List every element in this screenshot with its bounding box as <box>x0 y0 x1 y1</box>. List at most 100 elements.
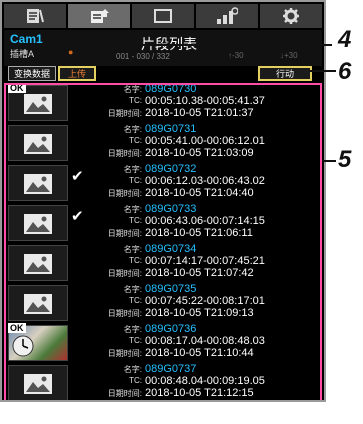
clip-row[interactable]: OK 名字: 089G0730 TC: 00:05:10.38-00:05:41.37 日… <box>4 83 322 121</box>
clip-thumbnail[interactable] <box>8 285 68 321</box>
clip-info: 名字: 089G0737 TC: 00:08:48.04-00:09:19.05 日期时… <box>92 363 320 399</box>
clip-datetime-value: 2018-10-05 T21:12:15 <box>145 387 254 399</box>
clip-info: 名字: 089G0736 TC: 00:08:17.04-00:08:48.03 日期时… <box>92 323 320 359</box>
clip-row[interactable]: OK 名字: 089G0736 TC: 00:08:17.04-00:08:48.03 日… <box>4 323 322 361</box>
clip-datetime-line: 日期时间: 2018-10-05 T21:06:11 <box>92 227 320 239</box>
clip-thumbnail[interactable] <box>8 125 68 161</box>
page-down-button[interactable]: ↓+30 <box>280 51 298 60</box>
clip-tc-label: TC: <box>129 336 142 345</box>
clip-datetime-value: 2018-10-05 T21:06:11 <box>145 227 253 239</box>
checkmark-icon: ✔ <box>71 168 84 185</box>
image-placeholder-icon <box>24 254 52 274</box>
clip-tc-label: TC: <box>129 256 142 265</box>
action-button[interactable]: 行动 <box>258 66 312 81</box>
tab-clip-list[interactable] <box>68 4 130 28</box>
upload-button[interactable]: 上传 <box>58 66 96 81</box>
clip-name-line: 名字: 089G0735 <box>92 283 320 295</box>
clip-datetime-value: 2018-10-05 T21:01:37 <box>145 107 254 119</box>
clip-datetime-label: 日期时间: <box>107 149 142 158</box>
tab-display[interactable] <box>132 4 194 28</box>
notes-icon <box>27 9 44 23</box>
clip-thumbnail[interactable] <box>8 245 68 281</box>
clip-name-line: 名字: 089G0736 <box>92 323 320 335</box>
camera-function-icon <box>217 7 238 24</box>
image-placeholder-icon <box>24 94 52 114</box>
clip-thumbnail[interactable] <box>8 365 68 400</box>
switch-data-button[interactable]: 变换数据 <box>8 66 56 81</box>
callout-4: 4 <box>338 26 352 53</box>
clip-datetime-label: 日期时间: <box>107 269 142 278</box>
tab-bar <box>4 4 322 28</box>
clip-row[interactable]: 名字: 089G0737 TC: 00:08:48.04-00:09:19.05 日期时… <box>4 363 322 400</box>
clip-datetime-line: 日期时间: 2018-10-05 T21:04:40 <box>92 187 320 199</box>
camera-name: Cam1 <box>10 32 43 46</box>
clip-datetime-label: 日期时间: <box>107 389 142 398</box>
clip-info: 名字: 089G0733 TC: 00:06:43.06-00:07:14:15 日期时… <box>92 203 320 239</box>
clip-name-value: 089G0731 <box>145 123 197 135</box>
image-placeholder-icon <box>24 374 52 394</box>
ok-mark: OK <box>8 323 26 333</box>
clip-info: 名字: 089G0734 TC: 00:07:14:17-00:07:45:21 日期时… <box>92 243 320 279</box>
tab-camera[interactable] <box>196 4 258 28</box>
callout-4-leader <box>96 44 332 46</box>
clip-datetime-line: 日期时间: 2018-10-05 T21:01:37 <box>92 107 320 119</box>
clip-name-line: 名字: 089G0734 <box>92 243 320 255</box>
clip-name-line: 名字: 089G0731 <box>92 123 320 135</box>
clip-thumbnail[interactable] <box>8 165 68 201</box>
clip-name-value: 089G0730 <box>145 83 197 95</box>
image-placeholder-icon <box>24 294 52 314</box>
clip-name-value: 089G0735 <box>145 283 197 295</box>
clip-tc-value: 00:06:43.06-00:07:14:15 <box>145 215 265 227</box>
clip-name-label: 名字: <box>123 365 142 374</box>
callout-5: 5 <box>338 146 352 173</box>
clip-name-label: 名字: <box>123 205 142 214</box>
clip-datetime-label: 日期时间: <box>107 349 142 358</box>
clip-name-line: 名字: 089G0737 <box>92 363 320 375</box>
clip-name-line: 名字: 089G0730 <box>92 83 320 95</box>
ok-mark: OK <box>8 83 26 93</box>
clip-tc-value: 00:05:41.00-00:06:12.01 <box>145 135 265 147</box>
clip-row[interactable]: 名字: 089G0731 TC: 00:05:41.00-00:06:12.01 日期时… <box>4 123 322 161</box>
clip-row[interactable]: 名字: 089G0735 TC: 00:07:45:22-00:08:17:01 日期时… <box>4 283 322 321</box>
clip-name-label: 名字: <box>123 245 142 254</box>
clip-tc-value: 00:07:14:17-00:07:45:21 <box>145 255 265 267</box>
list-header: Cam1 插槽A ● 片段列表 001 - 030 / 332 ↑-30 ↓+3… <box>4 30 322 66</box>
clip-datetime-line: 日期时间: 2018-10-05 T21:03:09 <box>92 147 320 159</box>
clip-name-label: 名字: <box>123 85 142 94</box>
checkmark-icon: ✔ <box>71 208 84 225</box>
clip-name-label: 名字: <box>123 325 142 334</box>
page-up-button[interactable]: ↑-30 <box>228 51 244 60</box>
clip-list-icon <box>91 9 109 23</box>
clip-list: OK 名字: 089G0730 TC: 00:05:10.38-00:05:41.37 日… <box>4 83 322 400</box>
button-row: 变换数据 上传 行动 <box>4 66 322 82</box>
image-placeholder-icon <box>24 134 52 154</box>
clip-datetime-line: 日期时间: 2018-10-05 T21:09:13 <box>92 307 320 319</box>
clip-tc-label: TC: <box>129 376 142 385</box>
tab-clip-notes[interactable] <box>4 4 66 28</box>
clip-datetime-line: 日期时间: 2018-10-05 T21:12:15 <box>92 387 320 399</box>
clip-name-value: 089G0736 <box>145 323 197 335</box>
clip-row[interactable]: ✔ 名字: 089G0732 TC: 00:06:12.03-00:06:43.02 日期… <box>4 163 322 201</box>
callout-6: 6 <box>338 58 352 85</box>
clip-tc-label: TC: <box>129 96 142 105</box>
tab-settings[interactable] <box>260 4 322 28</box>
clock-image-icon <box>12 335 34 357</box>
clip-name-label: 名字: <box>123 285 142 294</box>
clip-info: 名字: 089G0735 TC: 00:07:45:22-00:08:17:01 日期时… <box>92 283 320 319</box>
clip-tc-line: TC: 00:05:10.38-00:05:41.37 <box>92 95 320 107</box>
clip-tc-label: TC: <box>129 296 142 305</box>
clip-tc-value: 00:06:12.03-00:06:43.02 <box>145 175 265 187</box>
clip-tc-line: TC: 00:07:14:17-00:07:45:21 <box>92 255 320 267</box>
clip-thumbnail[interactable] <box>8 205 68 241</box>
clip-datetime-value: 2018-10-05 T21:10:44 <box>145 347 254 359</box>
clip-datetime-value: 2018-10-05 T21:09:13 <box>145 307 254 319</box>
clip-tc-line: TC: 00:05:41.00-00:06:12.01 <box>92 135 320 147</box>
clip-datetime-label: 日期时间: <box>107 109 142 118</box>
clip-tc-line: TC: 00:07:45:22-00:08:17:01 <box>92 295 320 307</box>
clip-tc-value: 00:08:48.04-00:09:19.05 <box>145 375 265 387</box>
clip-row[interactable]: 名字: 089G0734 TC: 00:07:14:17-00:07:45:21 日期时… <box>4 243 322 281</box>
clip-tc-line: TC: 00:08:48.04-00:09:19.05 <box>92 375 320 387</box>
clip-name-value: 089G0732 <box>145 163 197 175</box>
clip-row[interactable]: ✔ 名字: 089G0733 TC: 00:06:43.06-00:07:14:15 日期… <box>4 203 322 241</box>
clip-datetime-label: 日期时间: <box>107 309 142 318</box>
